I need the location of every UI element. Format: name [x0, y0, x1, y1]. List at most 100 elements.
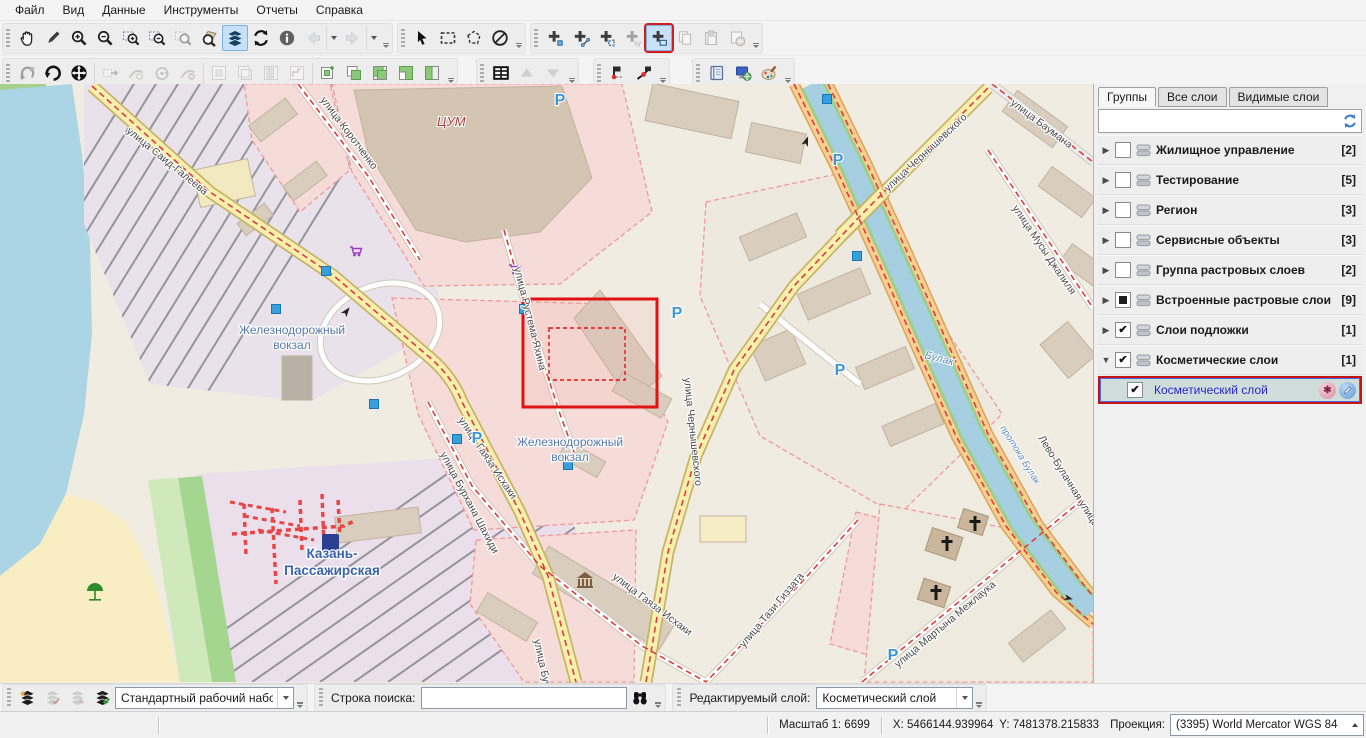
add-rectangle-button[interactable]	[646, 25, 672, 51]
attribute-table-button[interactable]	[488, 60, 514, 86]
tab-visible-layers[interactable]: Видимые слои	[1229, 87, 1329, 107]
nav-forward-button[interactable]	[340, 25, 366, 51]
vertex-move-button[interactable]	[97, 60, 123, 86]
undo-button[interactable]	[14, 60, 40, 86]
layer-snap-button[interactable]: ✱	[1319, 382, 1336, 399]
toolbar-overflow-button[interactable]	[782, 59, 793, 87]
projection-combobox[interactable]: (3395) World Mercator WGS 84	[1170, 714, 1364, 736]
layer-group-row-expanded[interactable]: ▼ ✔ Косметические слои [1]	[1098, 345, 1362, 375]
vertex-handle[interactable]	[453, 435, 462, 444]
group-checkbox[interactable]	[1115, 232, 1131, 248]
layers-visibility-button[interactable]	[222, 25, 248, 51]
nav-forward-dropdown[interactable]	[366, 26, 380, 50]
add-point-xy-button[interactable]: xy	[620, 25, 646, 51]
vertex-add-button[interactable]	[123, 60, 149, 86]
toolbar-grip[interactable]	[401, 29, 405, 48]
layer-group-row[interactable]: ▶ Группа растровых слоев [2]	[1098, 255, 1362, 285]
zoom-to-selection-button[interactable]	[170, 25, 196, 51]
zoom-in-button[interactable]	[66, 25, 92, 51]
group-checkbox-checked[interactable]: ✔	[1115, 322, 1131, 338]
toolbar-grip[interactable]	[534, 29, 538, 48]
vertex-handle[interactable]	[370, 400, 379, 409]
layer-group-row[interactable]: ▶ Сервисные объекты [3]	[1098, 225, 1362, 255]
workset-combobox[interactable]: Стандартный рабочий набор	[115, 687, 294, 709]
remote-service-button[interactable]	[730, 60, 756, 86]
geometry-subtract-button[interactable]	[393, 60, 419, 86]
toolbar-overflow-button[interactable]	[750, 24, 761, 52]
zoom-window-out-button[interactable]	[144, 25, 170, 51]
vertex-handle[interactable]	[272, 305, 281, 314]
select-cursor-button[interactable]	[409, 25, 435, 51]
zoom-extent-button[interactable]	[196, 25, 222, 51]
toolbar-grip[interactable]	[696, 64, 700, 83]
topology-copy-button[interactable]	[232, 60, 258, 86]
group-checkbox[interactable]	[1115, 142, 1131, 158]
move-object-button[interactable]	[66, 60, 92, 86]
group-checkbox-partial[interactable]	[1115, 292, 1131, 308]
vertex-handle[interactable]	[823, 95, 832, 104]
toolbar-grip[interactable]	[6, 29, 10, 48]
journal-button[interactable]	[704, 60, 730, 86]
refresh-map-button[interactable]	[248, 25, 274, 51]
tab-groups[interactable]: Группы	[1098, 87, 1156, 107]
layer-group-row[interactable]: ▶ Регион [3]	[1098, 195, 1362, 225]
select-rectangle-button[interactable]	[435, 25, 461, 51]
layer-checkbox-checked[interactable]: ✔	[1127, 382, 1143, 398]
add-polygon-button[interactable]	[594, 25, 620, 51]
toolbar-grip[interactable]	[480, 64, 484, 83]
redo-rotate-button[interactable]	[40, 60, 66, 86]
refresh-layers-icon[interactable]	[1342, 113, 1358, 129]
group-checkbox[interactable]	[1115, 202, 1131, 218]
group-checkbox-checked[interactable]: ✔	[1115, 352, 1131, 368]
expander-icon[interactable]: ▶	[1098, 205, 1114, 216]
layer-edit-button[interactable]	[1339, 382, 1356, 399]
nav-back-button[interactable]	[300, 25, 326, 51]
menu-data[interactable]: Данные	[93, 1, 154, 19]
toolbar-overflow-button[interactable]	[380, 24, 391, 52]
measure-button[interactable]	[40, 25, 66, 51]
menu-view[interactable]: Вид	[54, 1, 94, 19]
layer-group-row[interactable]: ▶ ✔ Слои подложки [1]	[1098, 315, 1362, 345]
info-button[interactable]	[274, 25, 300, 51]
toolbar-overflow-button[interactable]	[294, 684, 305, 712]
expander-icon[interactable]: ▼	[1098, 355, 1114, 365]
menu-tools[interactable]: Инструменты	[155, 1, 248, 19]
layer-group-row[interactable]: ▶ Встроенные растровые слои [9]	[1098, 285, 1362, 315]
search-input[interactable]	[421, 687, 627, 709]
menu-reports[interactable]: Отчеты	[247, 1, 306, 19]
layer-group-row[interactable]: ▶ Тестирование [5]	[1098, 165, 1362, 195]
toolbar-overflow-button[interactable]	[657, 59, 668, 87]
toolbar-overflow-button[interactable]	[513, 24, 524, 52]
vertex-handle[interactable]	[322, 267, 331, 276]
toolbar-grip[interactable]	[319, 688, 323, 707]
geometry-union-button[interactable]	[341, 60, 367, 86]
vertex-rotate-button[interactable]	[149, 60, 175, 86]
geometry-intersect-button[interactable]	[367, 60, 393, 86]
style-editor-button[interactable]	[756, 60, 782, 86]
expander-icon[interactable]: ▶	[1098, 325, 1114, 336]
expander-icon[interactable]: ▶	[1098, 145, 1114, 156]
toolbar-overflow-button[interactable]	[652, 684, 663, 712]
zoom-out-button[interactable]	[92, 25, 118, 51]
map-viewport[interactable]: улица Саид-Галеева улица Коротченко улиц…	[0, 84, 1093, 683]
tab-all-layers[interactable]: Все слои	[1158, 87, 1227, 107]
snap-vertex-button[interactable]	[605, 60, 631, 86]
geometry-split-button[interactable]	[419, 60, 445, 86]
expander-icon[interactable]: ▶	[1098, 175, 1114, 186]
workset-save-button[interactable]	[40, 686, 65, 710]
combo-dropdown-button[interactable]	[956, 688, 972, 708]
vertex-delete-button[interactable]	[175, 60, 201, 86]
toolbar-grip[interactable]	[7, 688, 11, 707]
snap-edge-button[interactable]	[631, 60, 657, 86]
delete-object-button[interactable]	[724, 25, 750, 51]
vertex-handle[interactable]	[853, 252, 862, 261]
zoom-window-in-button[interactable]	[118, 25, 144, 51]
map-canvas[interactable]: улица Саид-Галеева улица Коротченко улиц…	[0, 84, 1093, 683]
find-button[interactable]	[627, 686, 652, 710]
toolbar-overflow-button[interactable]	[445, 59, 456, 87]
paste-button[interactable]	[698, 25, 724, 51]
copy-button[interactable]	[672, 25, 698, 51]
group-checkbox[interactable]	[1115, 262, 1131, 278]
add-point-button[interactable]	[542, 25, 568, 51]
nav-back-dropdown[interactable]	[326, 26, 340, 50]
